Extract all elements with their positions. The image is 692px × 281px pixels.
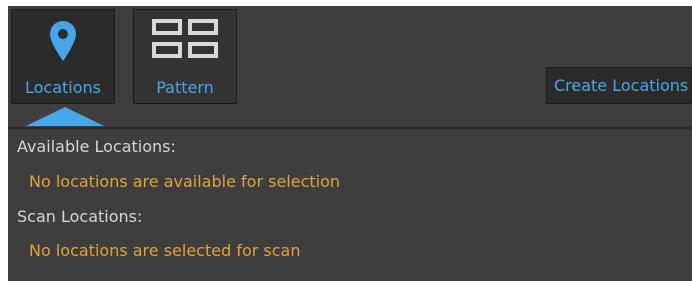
scan-locations-empty-message: No locations are selected for scan [29,241,301,260]
locations-panel: Locations Pattern Create Locations Avail… [8,6,692,281]
scan-locations-label: Scan Locations: [17,207,143,226]
pattern-button-label: Pattern [156,78,214,97]
locations-button-label: Locations [24,78,101,97]
pattern-button[interactable]: Pattern [133,9,237,104]
available-locations-empty-message: No locations are available for selection [29,172,341,191]
selected-tab-indicator [26,107,104,126]
locations-button[interactable]: Locations [11,9,115,104]
map-pin-icon [50,21,76,61]
divider [8,127,692,129]
available-locations-label: Available Locations: [17,137,176,156]
grid-pattern-icon [152,19,218,58]
toolbar: Locations Pattern Create Locations [8,6,692,128]
create-locations-button[interactable]: Create Locations [546,67,692,104]
